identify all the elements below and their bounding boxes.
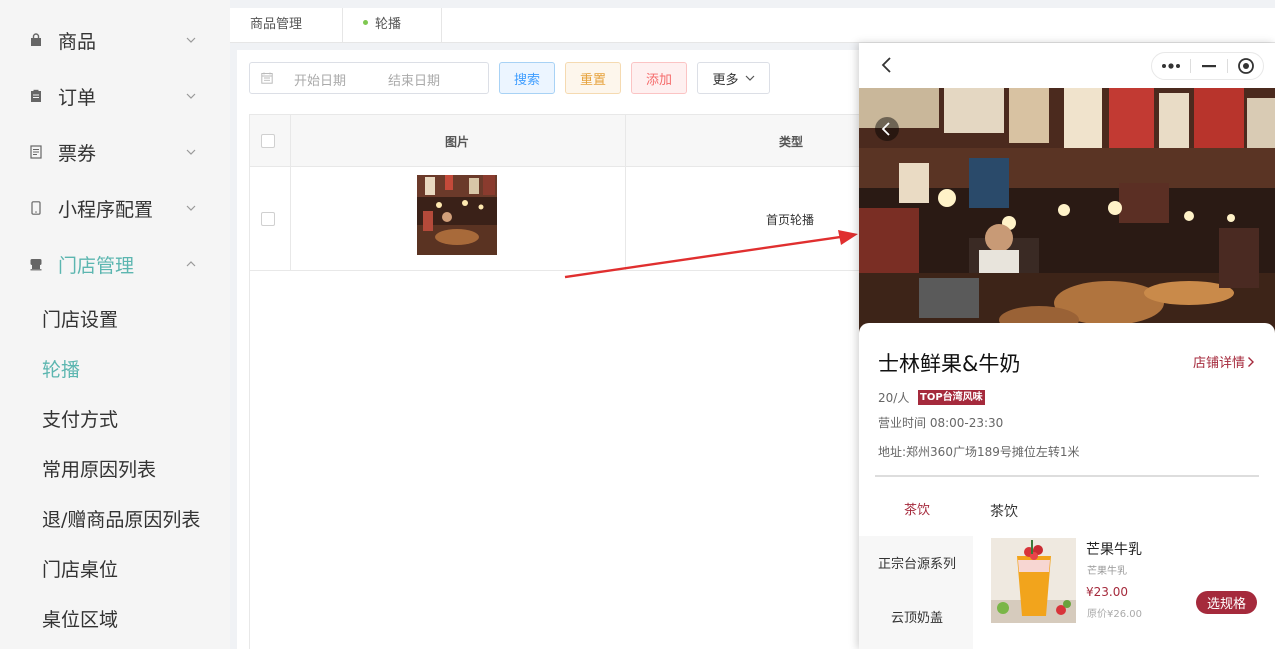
column-header-image: 图片 (445, 135, 470, 149)
product-description: 芒果牛乳 (1087, 566, 1127, 577)
tab-product-management[interactable]: 商品管理 (230, 8, 343, 43)
shop-detail-link[interactable]: 店铺详情 (1193, 352, 1255, 371)
miniprogram-capsule (1151, 52, 1264, 80)
store-banner-image (859, 88, 1275, 334)
sidebar-item-label: 小程序配置 (58, 198, 154, 221)
start-date-input[interactable]: 开始日期 (294, 70, 346, 89)
tab-label: 轮播 (375, 17, 402, 32)
search-button[interactable]: 搜索 (499, 62, 555, 94)
sidebar-item-label: 门店管理 (58, 254, 135, 277)
end-date-input[interactable]: 结束日期 (388, 70, 440, 89)
divider (875, 475, 1259, 477)
phone-preview: 士林鲜果&牛奶 店铺详情 20/人 TOP台湾风味 营业时间 08:00-23:… (859, 43, 1275, 649)
store-info-card: 士林鲜果&牛奶 店铺详情 20/人 TOP台湾风味 营业时间 08:00-23:… (859, 323, 1275, 649)
banner-back-button[interactable] (875, 117, 899, 141)
category-item-active[interactable]: 茶饮 (904, 499, 930, 518)
chevron-down-icon (186, 205, 196, 211)
add-button[interactable]: 添加 (631, 62, 687, 94)
top-tag-badge: TOP台湾风味 (918, 390, 985, 405)
chevron-down-icon (745, 75, 754, 81)
reset-button[interactable]: 重置 (565, 62, 621, 94)
store-icon (30, 259, 42, 271)
sidebar-item-store-management[interactable]: 门店管理 (0, 240, 230, 288)
date-range-picker[interactable]: 开始日期 结束日期 (249, 62, 489, 94)
chevron-down-icon (186, 149, 196, 155)
product-name: 芒果牛乳 (1086, 542, 1142, 558)
more-button[interactable]: 更多 (697, 62, 770, 94)
sidebar-subitem-payment-methods[interactable]: 支付方式 (42, 405, 118, 432)
more-dots-icon[interactable] (1152, 53, 1190, 79)
sidebar-subitem-refund-reasons[interactable]: 退/赠商品原因列表 (42, 505, 200, 532)
sidebar-item-tickets[interactable]: 票券 (0, 128, 230, 176)
calendar-icon (261, 72, 273, 84)
tab-bar: 商品管理 轮播 (230, 8, 1275, 43)
active-dot-icon (363, 20, 368, 25)
shop-detail-label: 店铺详情 (1193, 356, 1246, 371)
close-target-icon[interactable] (1228, 53, 1264, 79)
back-icon[interactable] (879, 56, 895, 74)
more-button-label: 更多 (712, 72, 739, 88)
shop-name: 士林鲜果&牛奶 (878, 352, 1021, 376)
minimize-icon[interactable] (1191, 53, 1227, 79)
type-cell: 首页轮播 (766, 213, 815, 227)
mobile-icon (31, 201, 41, 215)
sidebar-item-label: 商品 (58, 30, 97, 53)
bag-icon (31, 33, 41, 46)
clipboard-icon (31, 89, 41, 102)
document-icon (30, 145, 42, 159)
section-title: 茶饮 (990, 504, 1018, 520)
row-checkbox[interactable] (261, 212, 275, 226)
carousel-image-thumbnail (417, 175, 497, 255)
sidebar-item-products[interactable]: 商品 (0, 16, 230, 64)
select-spec-button[interactable]: 选规格 (1196, 591, 1257, 614)
sidebar-subitem-common-reasons[interactable]: 常用原因列表 (42, 455, 156, 482)
phone-nav-bar (859, 43, 1275, 88)
sidebar-item-label: 票券 (58, 142, 97, 165)
store-address: 地址:郑州360广场189号摊位左转1米 (878, 445, 1080, 459)
tab-label: 商品管理 (250, 17, 303, 32)
chevron-up-icon (186, 261, 196, 267)
sidebar-subitem-store-settings[interactable]: 门店设置 (42, 305, 118, 332)
back-icon (881, 122, 890, 136)
product-original-price: 原价¥26.00 (1087, 609, 1142, 620)
sidebar-item-miniprogram[interactable]: 小程序配置 (0, 184, 230, 232)
sidebar: 商品 订单 票券 小程序配置 门店管理 门店设置 轮播 支付方式 常用原因列表 … (0, 0, 230, 649)
category-item[interactable]: 正宗台源系列 (878, 553, 956, 572)
column-header-type: 类型 (779, 135, 804, 149)
chevron-down-icon (186, 93, 196, 99)
sidebar-subitem-carousel[interactable]: 轮播 (42, 355, 80, 382)
sidebar-subitem-store-tables[interactable]: 门店桌位 (42, 555, 118, 582)
sidebar-item-orders[interactable]: 订单 (0, 72, 230, 120)
product-price: ¥23.00 (1086, 585, 1128, 599)
chevron-down-icon (186, 37, 196, 43)
chevron-right-icon (1248, 357, 1255, 367)
select-all-checkbox[interactable] (261, 134, 275, 148)
category-item[interactable]: 云顶奶盖 (891, 607, 943, 626)
product-image[interactable] (991, 538, 1076, 623)
business-hours: 营业时间 08:00-23:30 (878, 416, 1004, 430)
sidebar-item-label: 订单 (58, 86, 97, 109)
sidebar-subitem-table-areas[interactable]: 桌位区域 (42, 605, 118, 632)
per-person-price: 20/人 (878, 391, 910, 405)
tab-carousel[interactable]: 轮播 (343, 8, 442, 43)
